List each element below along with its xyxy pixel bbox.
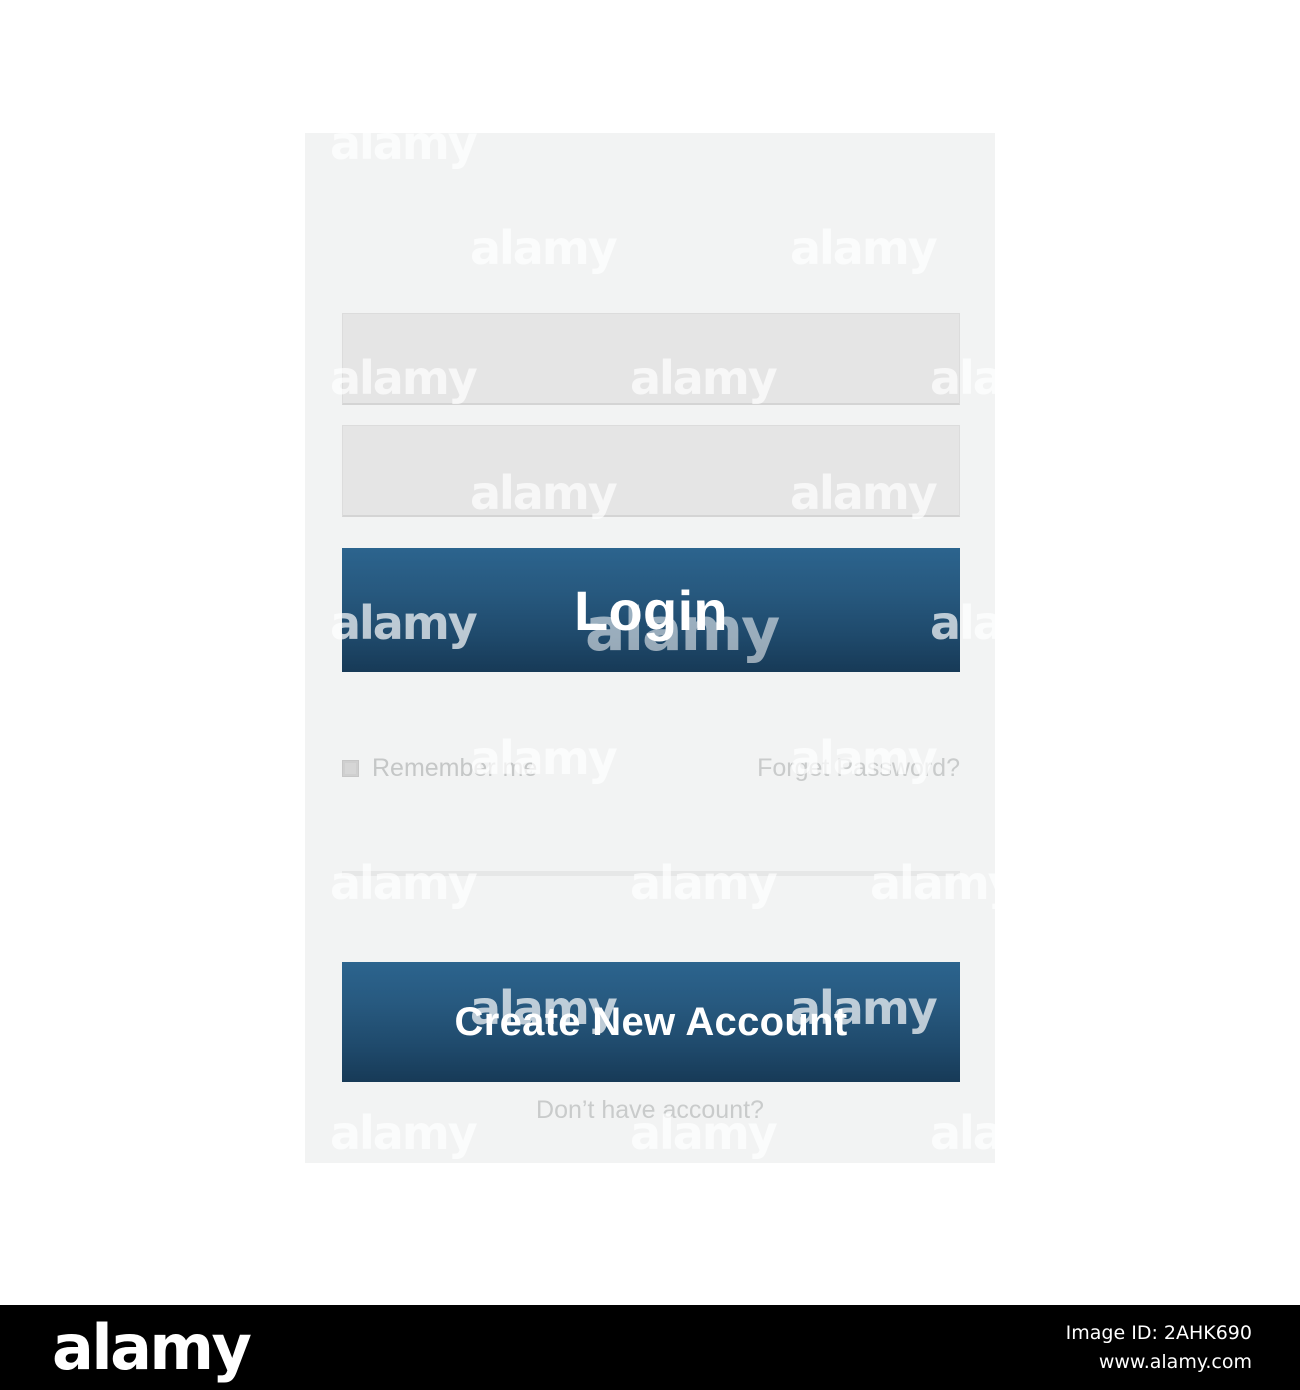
login-card: Login Remember me Forget Password? Creat… [305,133,995,1163]
remember-me-checkbox[interactable] [342,759,359,777]
stock-footer-bar: alamy Image ID: 2AHK690 www.alamy.com [0,1305,1300,1390]
footer-metadata: Image ID: 2AHK690 www.alamy.com [1066,1319,1252,1378]
remember-me-group[interactable]: Remember me [342,754,537,783]
email-input[interactable] [342,313,960,405]
signup-hint-text: Don’t have account? [536,1096,764,1124]
remember-me-label: Remember me [372,753,538,782]
screenshot-stage: Login Remember me Forget Password? Creat… [0,0,1300,1305]
password-input[interactable] [342,425,960,517]
image-id-text: Image ID: 2AHK690 [1065,1322,1252,1344]
login-button[interactable]: Login [342,548,960,672]
section-divider [342,871,960,876]
login-options-row: Remember me Forget Password? [342,748,960,788]
forget-password-link[interactable]: Forget Password? [757,754,960,783]
alamy-logo: alamy [52,1311,252,1384]
website-text: www.alamy.com [1098,1351,1252,1374]
create-new-account-button[interactable]: Create New Account [342,962,960,1082]
